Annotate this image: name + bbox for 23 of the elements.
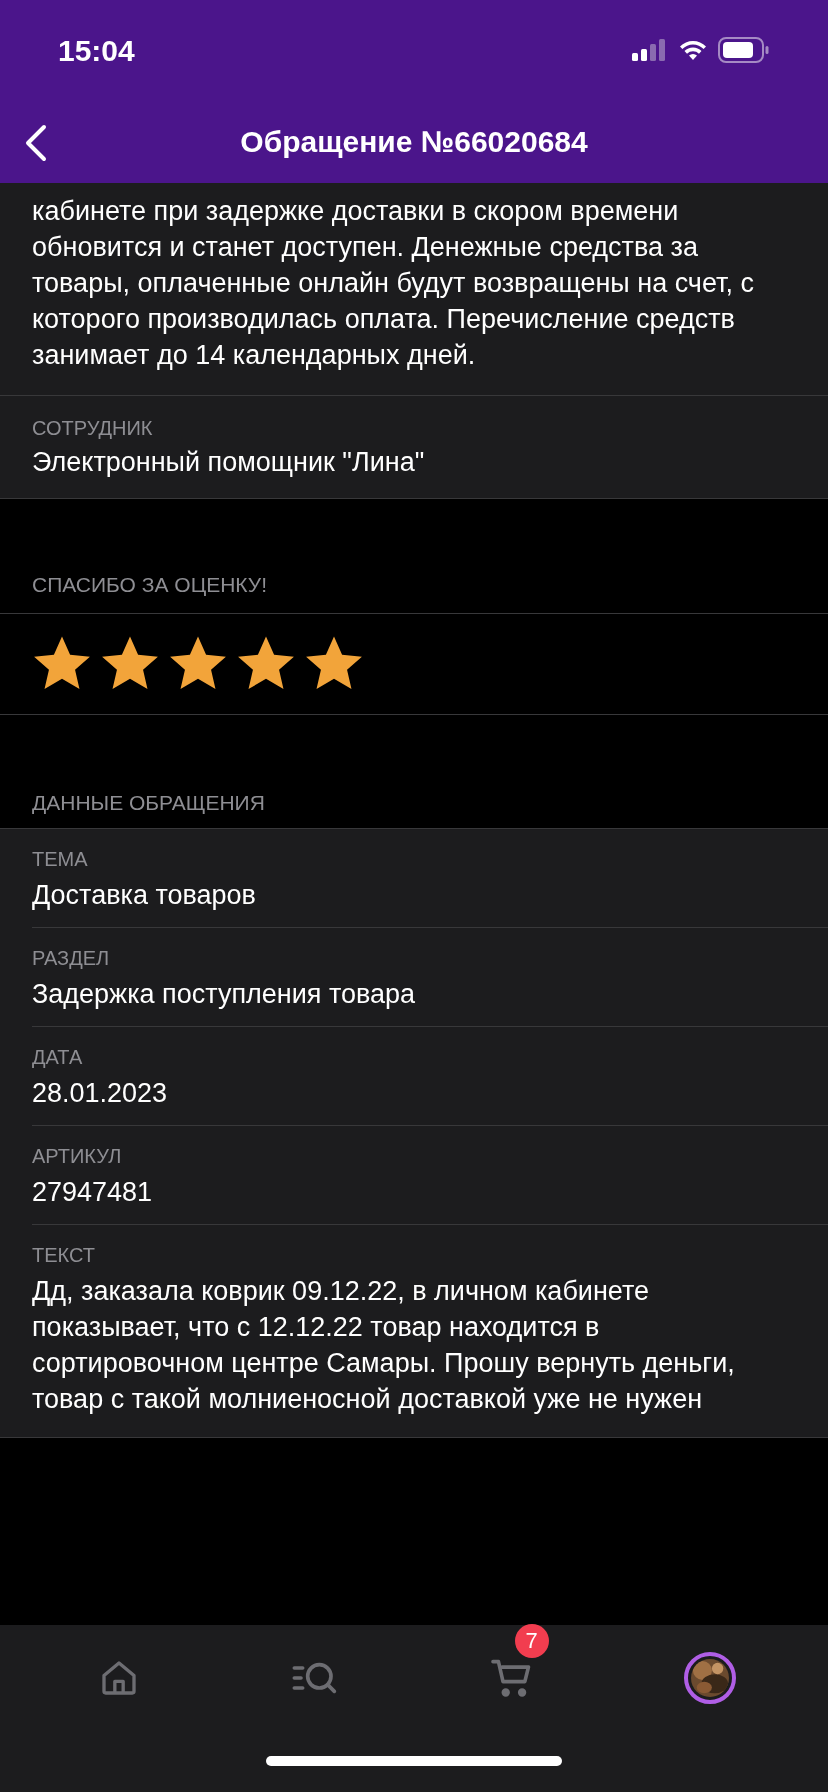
field-label: СОТРУДНИК: [32, 416, 154, 441]
field-label: ТЕМА: [32, 847, 89, 872]
wifi-icon: [678, 38, 708, 62]
field-value: 27947481: [32, 1176, 154, 1209]
avatar[interactable]: [683, 1651, 736, 1704]
field-value: Задержка поступления товара: [32, 978, 417, 1011]
field-label: ДАТА: [32, 1045, 84, 1070]
field-value: Дд, заказала коврик 09.12.22, в личном кабинете показывает, что с 12.12.22 товар находится в сортировочном центре Самары. Прошу вернуть деньги, товар с такой молниеносной доставкой уже не нужен: [32, 1275, 736, 1416]
status-time: 15:04: [58, 32, 135, 69]
signal-icon: [632, 38, 668, 62]
field-value: 28.01.2023: [32, 1077, 169, 1110]
field-label: АРТИКУЛ: [32, 1144, 123, 1169]
section-title: СПАСИБО ЗА ОЦЕНКУ!: [32, 573, 267, 596]
field-label: РАЗДЕЛ: [32, 946, 111, 971]
field-label: ТЕКСТ: [32, 1243, 96, 1268]
section-title: ДАННЫЕ ОБРАЩЕНИЯ: [32, 790, 265, 814]
cart-badge: 7: [514, 1623, 549, 1658]
back-icon[interactable]: [24, 124, 48, 162]
battery-icon: [718, 37, 770, 63]
field-value: Доставка товаров: [32, 879, 257, 912]
header-title: Обращение №66020684: [240, 124, 588, 160]
answer-text: кабинете при задержке доставки в скором времени обновится и станет доступен. Денежные средства за товары, оплаченные онлайн будут возвращены на счет, с которого производилась оплата. Перечисление средств занимает до 14 календарных дней.: [32, 195, 755, 372]
field-value: Электронный помощник "Лина": [32, 446, 426, 479]
